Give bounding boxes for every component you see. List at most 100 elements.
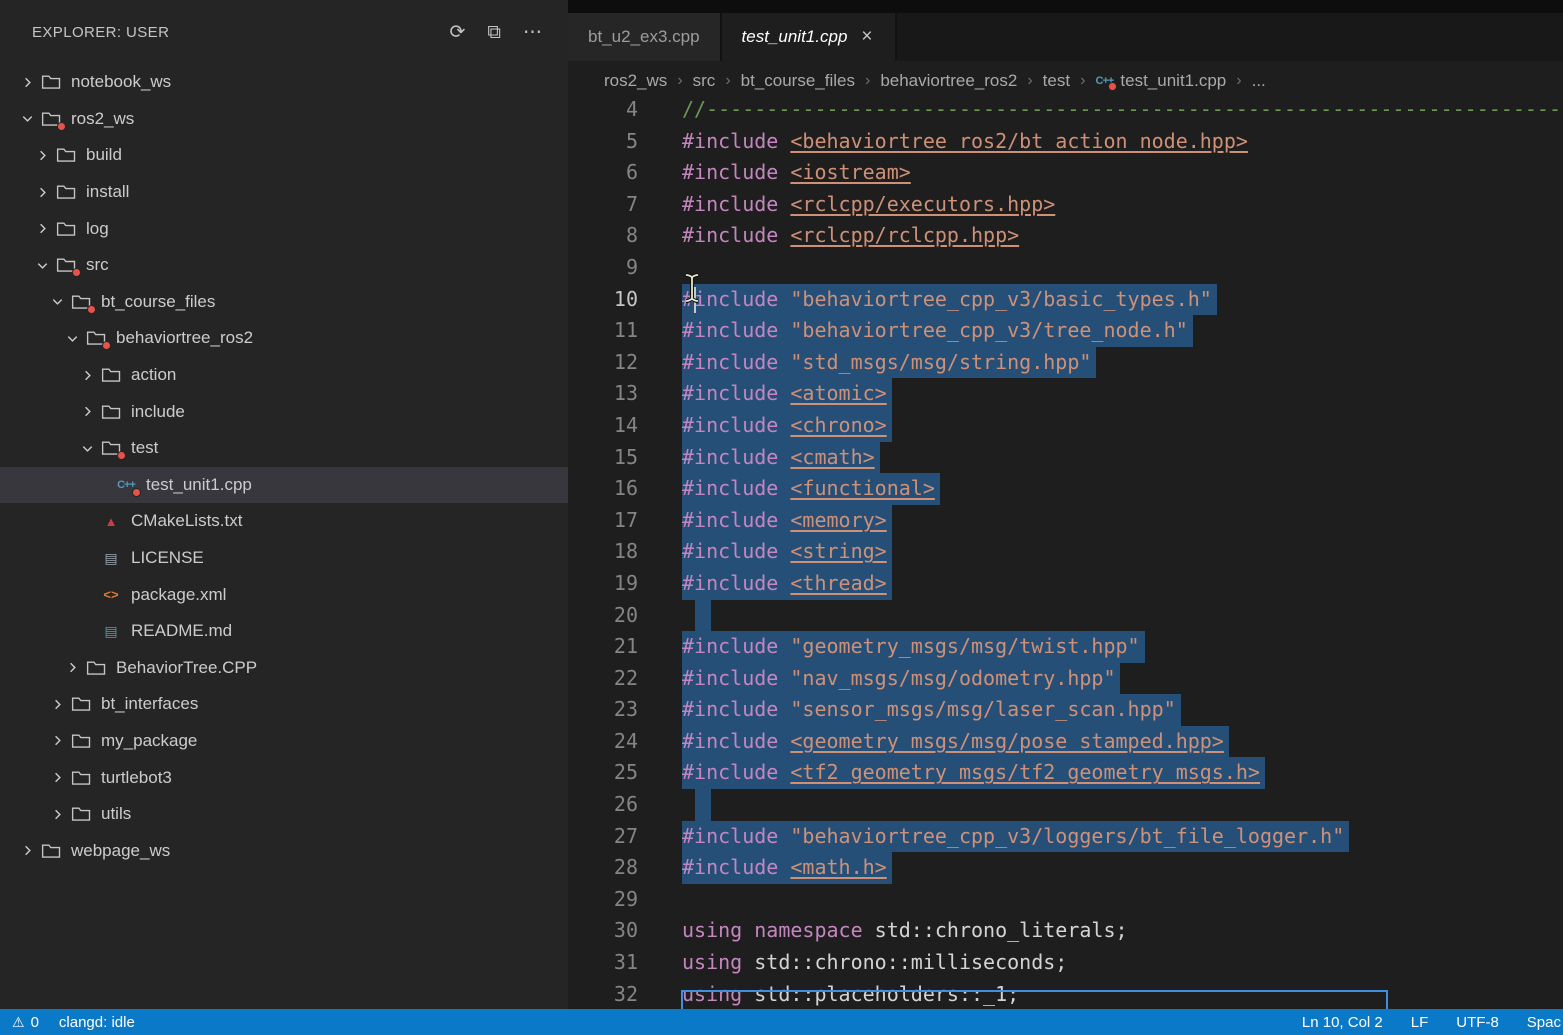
tree-item-src[interactable]: src: [0, 247, 568, 284]
chevron-right-icon[interactable]: [29, 147, 55, 163]
code-line-5[interactable]: 5#include <behaviortree_ros2/bt_action_n…: [568, 126, 1563, 158]
chevron-right-icon[interactable]: [74, 404, 100, 420]
tree-item-label: behaviortree_ros2: [116, 328, 253, 348]
status-eol[interactable]: LF: [1411, 1014, 1429, 1031]
tree-item-label: ros2_ws: [71, 109, 134, 129]
code-line-18[interactable]: 18#include <string>: [568, 536, 1563, 568]
code-line-16[interactable]: 16#include <functional>: [568, 473, 1563, 505]
tree-item-action[interactable]: action: [0, 357, 568, 394]
code-line-17[interactable]: 17#include <memory>: [568, 505, 1563, 537]
line-number: 22: [568, 663, 638, 695]
code-editor[interactable]: 4//-------------------------------------…: [568, 94, 1563, 1009]
line-number: 15: [568, 442, 638, 474]
tree-item-BehaviorTree.CPP[interactable]: BehaviorTree.CPP: [0, 650, 568, 687]
code-line-21[interactable]: 21#include "geometry_msgs/msg/twist.hpp": [568, 631, 1563, 663]
breadcrumb-item-ros2_ws[interactable]: ros2_ws: [604, 71, 667, 91]
code-line-30[interactable]: 30using namespace std::chrono_literals;: [568, 915, 1563, 947]
code-line-6[interactable]: 6#include <iostream>: [568, 157, 1563, 189]
status-indentation[interactable]: Spac: [1527, 1014, 1561, 1031]
code-line-8[interactable]: 8#include <rclcpp/rclcpp.hpp>: [568, 220, 1563, 252]
code-line-9[interactable]: 9: [568, 252, 1563, 284]
more-actions-icon[interactable]: ⋯: [523, 23, 542, 42]
tree-item-test[interactable]: test: [0, 430, 568, 467]
breadcrumb-item-src[interactable]: src: [693, 71, 716, 91]
tree-item-turtlebot3[interactable]: turtlebot3: [0, 759, 568, 796]
tree-item-notebook_ws[interactable]: notebook_ws: [0, 64, 568, 101]
chevron-right-icon[interactable]: [44, 770, 70, 786]
chevron-down-icon[interactable]: [59, 330, 85, 346]
status-warnings[interactable]: ⚠0: [12, 1014, 39, 1031]
code-line-14[interactable]: 14#include <chrono>: [568, 410, 1563, 442]
status-label: Spac: [1527, 1014, 1561, 1031]
tab-test_unit1.cpp[interactable]: test_unit1.cpp×: [722, 13, 897, 61]
code-line-26[interactable]: 26: [568, 789, 1563, 821]
code-line-11[interactable]: 11#include "behaviortree_cpp_v3/tree_nod…: [568, 315, 1563, 347]
chevron-right-icon[interactable]: [74, 367, 100, 383]
chevron-down-icon[interactable]: [14, 111, 40, 127]
code-text: #include <atomic>: [682, 378, 892, 410]
status-cursor-position[interactable]: Ln 10, Col 2: [1302, 1014, 1383, 1031]
text-caret: [694, 287, 696, 313]
status-encoding[interactable]: UTF-8: [1456, 1014, 1499, 1031]
chevron-down-icon[interactable]: [29, 257, 55, 273]
close-icon[interactable]: ×: [859, 26, 874, 48]
tab-bt_u2_ex3.cpp[interactable]: bt_u2_ex3.cpp: [568, 13, 722, 61]
tree-item-bt_course_files[interactable]: bt_course_files: [0, 284, 568, 321]
code-line-32[interactable]: 32using std::placeholders::_1;: [568, 979, 1563, 1009]
chevron-right-icon[interactable]: [44, 733, 70, 749]
chevron-right-icon[interactable]: [29, 221, 55, 237]
code-line-25[interactable]: 25#include <tf2_geometry_msgs/tf2_geomet…: [568, 757, 1563, 789]
breadcrumb-item-test_unit1.cpp[interactable]: C++test_unit1.cpp: [1095, 71, 1226, 91]
code-line-4[interactable]: 4//-------------------------------------…: [568, 94, 1563, 126]
tree-item-ros2_ws[interactable]: ros2_ws: [0, 101, 568, 138]
tree-item-utils[interactable]: utils: [0, 796, 568, 833]
code-line-29[interactable]: 29: [568, 884, 1563, 916]
code-line-15[interactable]: 15#include <cmath>: [568, 442, 1563, 474]
code-line-10[interactable]: 10#include "behaviortree_cpp_v3/basic_ty…: [568, 284, 1563, 316]
breadcrumb-item-behaviortree_ros2[interactable]: behaviortree_ros2: [880, 71, 1017, 91]
code-line-22[interactable]: 22#include "nav_msgs/msg/odometry.hpp": [568, 663, 1563, 695]
tree-item-build[interactable]: build: [0, 137, 568, 174]
tree-item-behaviortree_ros2[interactable]: behaviortree_ros2: [0, 320, 568, 357]
status-clangd-status[interactable]: clangd: idle: [59, 1014, 135, 1031]
breadcrumb-item-...[interactable]: ...: [1252, 71, 1266, 91]
tree-item-CMakeLists.txt[interactable]: ▲CMakeLists.txt: [0, 503, 568, 540]
code-text: using std::placeholders::_1;: [682, 979, 1019, 1009]
code-line-7[interactable]: 7#include <rclcpp/executors.hpp>: [568, 189, 1563, 221]
tree-item-package.xml[interactable]: <>package.xml: [0, 576, 568, 613]
chevron-down-icon[interactable]: [74, 440, 100, 456]
chevron-down-icon[interactable]: [44, 294, 70, 310]
chevron-right-icon[interactable]: [14, 843, 40, 859]
tree-item-bt_interfaces[interactable]: bt_interfaces: [0, 686, 568, 723]
chevron-right-icon[interactable]: [14, 74, 40, 90]
code-line-28[interactable]: 28#include <math.h>: [568, 852, 1563, 884]
tree-item-include[interactable]: include: [0, 393, 568, 430]
code-line-12[interactable]: 12#include "std_msgs/msg/string.hpp": [568, 347, 1563, 379]
tree-item-README.md[interactable]: ▤README.md: [0, 613, 568, 650]
tree-item-test_unit1.cpp[interactable]: C++test_unit1.cpp: [0, 467, 568, 504]
code-line-19[interactable]: 19#include <thread>: [568, 568, 1563, 600]
tree-item-my_package[interactable]: my_package: [0, 723, 568, 760]
breadcrumb-item-bt_course_files[interactable]: bt_course_files: [741, 71, 855, 91]
code-text: #include <tf2_geometry_msgs/tf2_geometry…: [682, 757, 1265, 789]
folder-icon: [70, 768, 92, 788]
breadcrumb-item-test[interactable]: test: [1043, 71, 1070, 91]
code-line-31[interactable]: 31using std::chrono::milliseconds;: [568, 947, 1563, 979]
code-line-27[interactable]: 27#include "behaviortree_cpp_v3/loggers/…: [568, 821, 1563, 853]
code-line-20[interactable]: 20: [568, 600, 1563, 632]
refresh-icon[interactable]: ⟳: [450, 23, 466, 42]
breadcrumb-separator: ›: [865, 72, 870, 90]
tree-item-install[interactable]: install: [0, 174, 568, 211]
chevron-right-icon[interactable]: [44, 806, 70, 822]
code-line-13[interactable]: 13#include <atomic>: [568, 378, 1563, 410]
chevron-right-icon[interactable]: [59, 660, 85, 676]
code-line-24[interactable]: 24#include <geometry_msgs/msg/pose_stamp…: [568, 726, 1563, 758]
code-line-23[interactable]: 23#include "sensor_msgs/msg/laser_scan.h…: [568, 694, 1563, 726]
split-editor-icon[interactable]: ⧉: [487, 23, 501, 42]
chevron-right-icon[interactable]: [29, 184, 55, 200]
tree-item-log[interactable]: log: [0, 210, 568, 247]
tree-item-LICENSE[interactable]: ▤LICENSE: [0, 540, 568, 577]
status-label: Ln 10, Col 2: [1302, 1014, 1383, 1031]
tree-item-webpage_ws[interactable]: webpage_ws: [0, 832, 568, 869]
chevron-right-icon[interactable]: [44, 696, 70, 712]
